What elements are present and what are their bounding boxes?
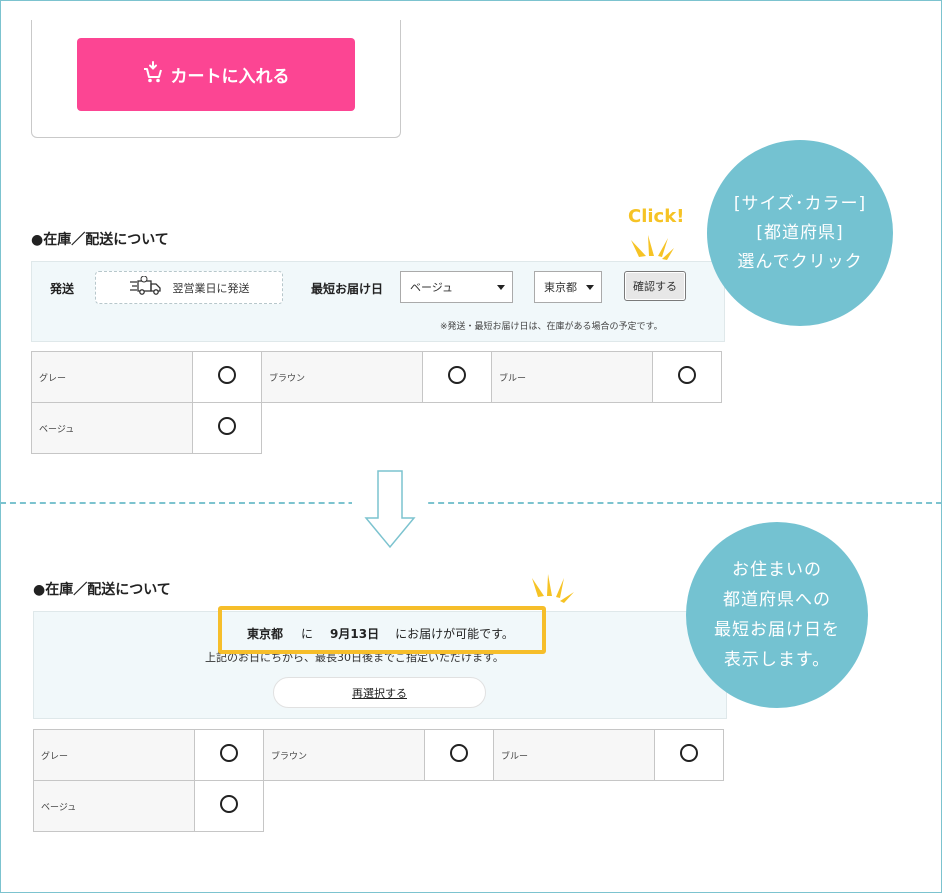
bubble-line: お住まいの <box>732 560 822 580</box>
in-stock-icon <box>678 366 696 384</box>
arrow-down-icon <box>352 470 428 549</box>
stock-status <box>192 351 262 403</box>
stock-color-name: ブラウン <box>263 729 425 781</box>
section-divider <box>0 502 942 504</box>
section-title: ●在庫／配送について <box>33 582 171 598</box>
table-row: グレー ブラウン ブルー <box>33 729 724 781</box>
chevron-down-icon <box>497 285 505 290</box>
table-row: ベージュ <box>31 402 722 454</box>
in-stock-icon <box>680 744 698 762</box>
in-stock-icon <box>218 417 236 435</box>
bubble-line: 選んでクリック <box>737 251 863 272</box>
truck-icon <box>129 275 163 299</box>
stock-status <box>424 729 494 781</box>
shipping-value: 翌営業日に発送 <box>172 281 250 295</box>
in-stock-icon <box>448 366 466 384</box>
stock-color-name: ベージュ <box>31 402 193 454</box>
table-row: グレー ブラウン ブルー <box>31 351 722 403</box>
confirm-button[interactable]: 確認する <box>624 271 686 301</box>
region-select-value: 東京都 <box>544 281 577 294</box>
result-highlight-frame <box>218 606 546 654</box>
table-row: ベージュ <box>33 780 724 832</box>
result-bubble: お住まいの 都道府県への 最短お届け日を 表示します。 <box>686 522 868 708</box>
empty-cell <box>262 403 722 454</box>
add-to-cart-button[interactable]: カートに入れる <box>77 38 355 111</box>
bubble-line: 最短お届け日を <box>714 620 840 640</box>
reselect-button[interactable]: 再選択する <box>273 677 486 708</box>
instruction-bubble: [サイズ･カラー] [都道府県] 選んでクリック <box>707 140 893 326</box>
color-select-value: ベージュ <box>410 281 454 294</box>
empty-cell <box>264 781 724 832</box>
stock-status <box>194 780 264 832</box>
region-select[interactable]: 東京都 <box>534 271 602 303</box>
stock-color-name: グレー <box>31 351 193 403</box>
chevron-down-icon <box>586 285 594 290</box>
earliest-delivery-label: 最短お届け日 <box>311 282 384 296</box>
section-title: ●在庫／配送について <box>31 232 169 248</box>
stock-status <box>194 729 264 781</box>
in-stock-icon <box>220 744 238 762</box>
bubble-line: 都道府県への <box>723 590 831 610</box>
in-stock-icon <box>450 744 468 762</box>
bubble-line: 表示します。 <box>723 650 831 670</box>
click-text: Click! <box>628 206 685 227</box>
in-stock-icon <box>218 366 236 384</box>
delivery-note: ※発送・最短お届け日は、在庫がある場合の予定です。 <box>440 322 663 332</box>
cart-icon <box>143 61 163 88</box>
stock-color-name: ベージュ <box>33 780 195 832</box>
stock-status <box>422 351 492 403</box>
stock-color-name: ブラウン <box>261 351 423 403</box>
stock-color-name: ブルー <box>493 729 655 781</box>
sparkle-icon <box>631 235 674 260</box>
stock-color-name: ブルー <box>491 351 653 403</box>
bubble-line: [サイズ･カラー] <box>733 193 867 214</box>
bubble-line: [都道府県] <box>756 222 844 243</box>
stock-status <box>652 351 722 403</box>
stock-status <box>192 402 262 454</box>
stock-table: グレー ブラウン ブルー ベージュ <box>31 351 722 454</box>
stock-status <box>654 729 724 781</box>
stock-color-name: グレー <box>33 729 195 781</box>
shipping-info: 翌営業日に発送 <box>95 271 283 304</box>
sparkle-icon <box>532 574 574 603</box>
add-to-cart-label: カートに入れる <box>170 67 290 87</box>
color-select[interactable]: ベージュ <box>400 271 513 303</box>
shipping-label: 発送 <box>50 282 75 296</box>
in-stock-icon <box>220 795 238 813</box>
stock-table: グレー ブラウン ブルー ベージュ <box>33 729 724 832</box>
click-callout: Click! <box>628 206 684 227</box>
